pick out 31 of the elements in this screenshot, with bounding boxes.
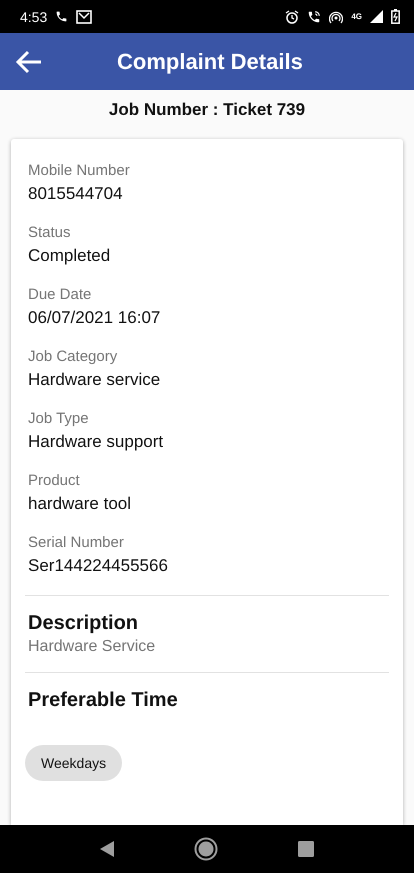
battery-icon	[391, 9, 400, 24]
field-label: Status	[28, 223, 71, 243]
field-label: Mobile Number	[28, 161, 130, 181]
field-label: Job Type	[28, 409, 89, 429]
alarm-icon	[285, 10, 300, 24]
screen-title: Complaint Details	[117, 48, 303, 74]
field-value: Completed	[28, 245, 110, 267]
field-value: 8015544704	[28, 183, 123, 205]
field-value: Hardware support	[28, 431, 164, 453]
field-label: Job Category	[28, 347, 118, 367]
hotspot-icon	[329, 10, 344, 24]
wifi-calling-icon	[307, 10, 322, 24]
field-value: Hardware service	[28, 369, 160, 391]
field-value: Ser144224455566	[28, 555, 168, 577]
network-type: 4G	[351, 12, 362, 21]
field-label: Serial Number	[28, 533, 124, 553]
field-label: Due Date	[28, 285, 92, 305]
phone-icon	[55, 10, 68, 23]
job-number: Job Number : Ticket 739	[108, 100, 306, 120]
back-nav-icon[interactable]	[100, 841, 114, 857]
mail-icon	[76, 10, 92, 24]
home-nav-icon[interactable]	[194, 837, 218, 861]
field-label: Product	[28, 471, 80, 491]
time-chip[interactable]: Weekdays	[25, 745, 122, 781]
description-text: Hardware Service	[28, 638, 156, 656]
field-value: hardware tool	[28, 493, 132, 515]
clock: 4:53	[20, 8, 48, 24]
section-heading: Description	[28, 611, 138, 636]
section-heading: Preferable Time	[28, 688, 178, 713]
signal-icon	[370, 10, 383, 23]
field-value: 06/07/2021 16:07	[28, 307, 160, 329]
